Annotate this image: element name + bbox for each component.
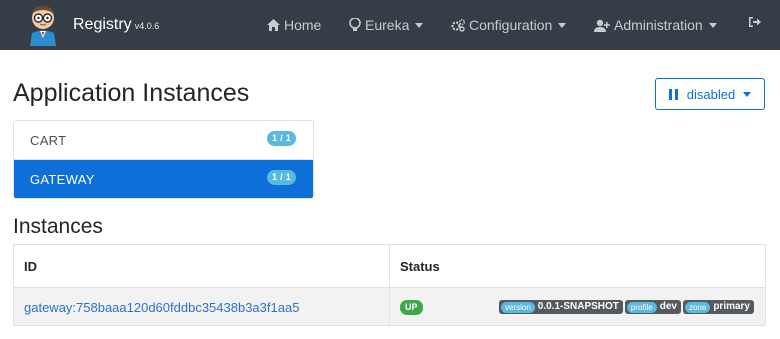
instance-count-badge: 1 / 1 [266, 131, 296, 146]
column-header-id: ID [14, 245, 390, 287]
instance-count-badge: 1 / 1 [266, 170, 296, 185]
nav-home-label: Home [284, 17, 322, 33]
brand[interactable]: Registry v4.0.6 [73, 16, 159, 35]
navbar: Registry v4.0.6 Home Eureka Configuration… [0, 0, 780, 50]
nav-home[interactable]: Home [267, 16, 321, 34]
home-icon [267, 19, 280, 31]
nav-configuration-label: Configuration [469, 17, 553, 33]
metadata-key: zone [684, 301, 711, 313]
chevron-down-icon [558, 22, 567, 28]
nav-eureka-label: Eureka [365, 17, 410, 33]
metadata-value: primary [713, 301, 750, 312]
metadata-tag-zone: zone primary [682, 300, 754, 314]
application-item-cart[interactable]: CART 1 / 1 [14, 121, 313, 160]
metadata-tag-version: version 0.0.1-SNAPSHOT [498, 300, 623, 314]
chevron-down-icon [415, 22, 424, 28]
nav-administration[interactable]: Administration [594, 16, 717, 34]
metadata-value: dev [659, 301, 677, 312]
lightbulb-icon [349, 18, 361, 31]
application-item-gateway[interactable]: GATEWAY 1 / 1 [14, 160, 313, 198]
refresh-toggle-button[interactable]: disabled [655, 78, 765, 110]
nav-configuration[interactable]: Configuration [451, 16, 567, 34]
chevron-down-icon [708, 22, 717, 28]
nav-eureka[interactable]: Eureka [349, 16, 424, 34]
table-row: gateway:758baaa120d60fddbc35438b3a3f1aa5… [14, 287, 765, 326]
instances-table: ID Status gateway:758baaa120d60fddbc3543… [13, 244, 766, 326]
instances-title: Instances [13, 215, 103, 238]
refresh-toggle-label: disabled [686, 86, 736, 102]
metadata-value: 0.0.1-SNAPSHOT [537, 301, 619, 312]
metadata-key: profile [626, 301, 657, 313]
user-plus-icon [594, 19, 610, 32]
cogs-icon [451, 18, 465, 32]
pause-icon [668, 88, 678, 100]
instance-id-link[interactable]: gateway:758baaa120d60fddbc35438b3a3f1aa5 [24, 300, 299, 315]
application-name: CART [30, 132, 67, 148]
brand-version: v4.0.6 [134, 21, 160, 31]
metadata-tags: version 0.0.1-SNAPSHOT profile dev zone … [498, 300, 754, 314]
brand-name: Registry [73, 16, 132, 33]
status-badge: UP [400, 300, 423, 315]
column-header-status: Status [400, 258, 440, 274]
application-name: GATEWAY [30, 172, 95, 187]
metadata-key: version [500, 301, 535, 313]
metadata-tag-profile: profile dev [624, 300, 681, 314]
page-title: Application Instances [13, 79, 250, 107]
logout-button[interactable] [749, 16, 765, 28]
chevron-down-icon [743, 91, 752, 97]
instance-id-cell: gateway:758baaa120d60fddbc35438b3a3f1aa5 [14, 288, 390, 326]
jhipster-logo[interactable] [24, 4, 62, 46]
nav-administration-label: Administration [614, 17, 703, 33]
application-list: CART 1 / 1 GATEWAY 1 / 1 [13, 120, 314, 199]
sign-out-icon [749, 17, 761, 27]
